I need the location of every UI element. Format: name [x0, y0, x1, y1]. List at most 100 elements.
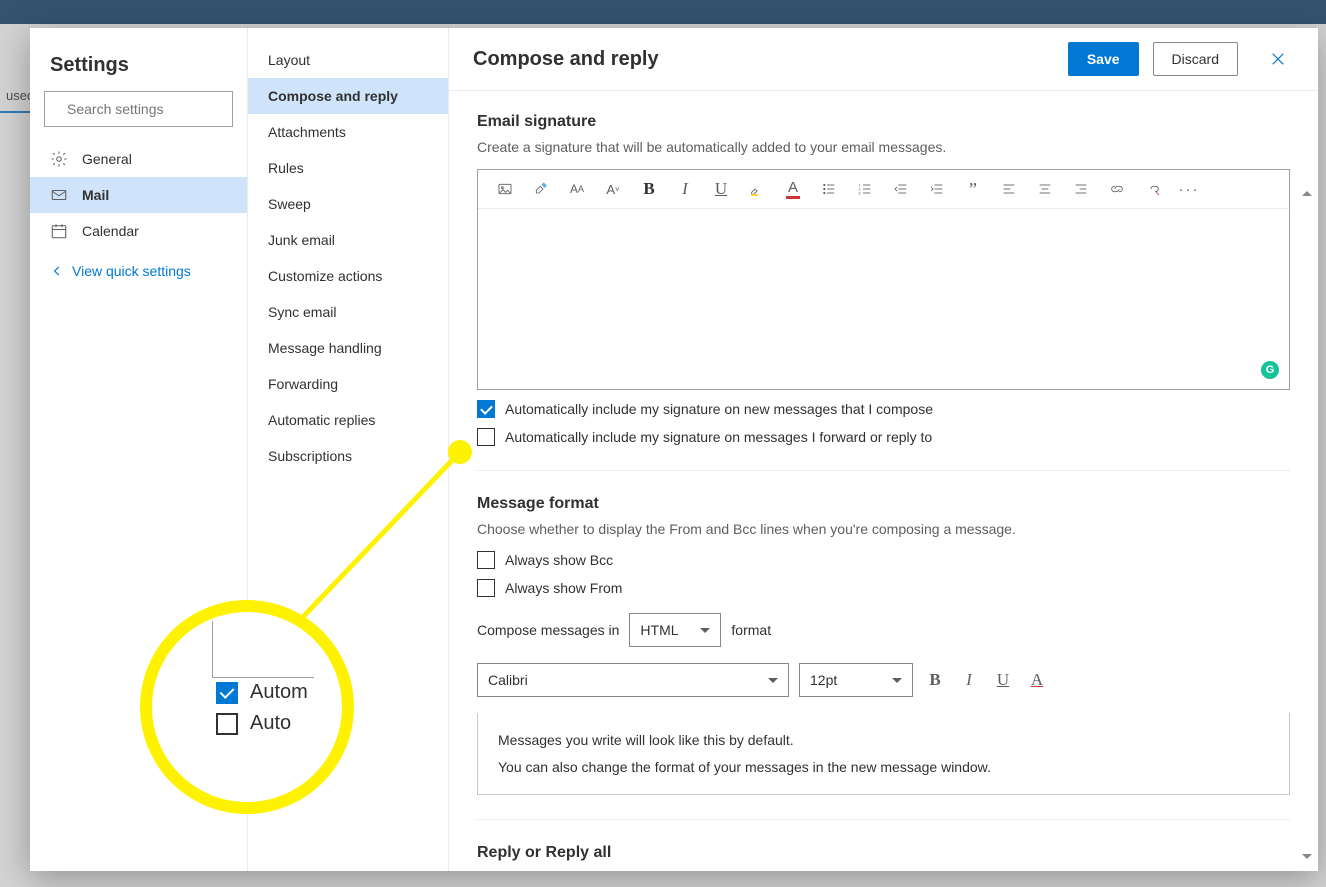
scroll-down-icon[interactable]	[1302, 854, 1312, 859]
subnav-message-handling[interactable]: Message handling	[248, 330, 448, 366]
close-button[interactable]	[1262, 43, 1294, 75]
save-label: Save	[1087, 51, 1120, 67]
content-title: Compose and reply	[473, 48, 1054, 71]
subnav-label: Attachments	[268, 124, 346, 140]
checkbox-icon[interactable]	[477, 400, 495, 418]
bullets-icon[interactable]	[820, 180, 838, 198]
signature-editor: AA A˅ B I U A 123 ” ·	[477, 169, 1290, 390]
subnav-label: Junk email	[268, 232, 335, 248]
checkbox-show-from[interactable]: Always show From	[477, 579, 1290, 597]
more-icon[interactable]: ···	[1180, 180, 1198, 198]
font-color-icon[interactable]: A	[784, 180, 802, 198]
underline-icon[interactable]: U	[991, 668, 1015, 692]
subnav-automatic-replies[interactable]: Automatic replies	[248, 402, 448, 438]
font-family-select[interactable]: Calibri	[477, 663, 789, 697]
unlink-icon[interactable]	[1144, 180, 1162, 198]
subnav-forwarding[interactable]: Forwarding	[248, 366, 448, 402]
align-right-icon[interactable]	[1072, 180, 1090, 198]
checkbox-include-fwd[interactable]: Automatically include my signature on me…	[477, 428, 1290, 446]
chevron-down-icon	[892, 678, 902, 683]
category-mail[interactable]: Mail	[30, 177, 247, 213]
checkbox-show-bcc[interactable]: Always show Bcc	[477, 551, 1290, 569]
font-family-icon[interactable]: AA	[568, 180, 586, 198]
format-preview-box: Messages you write will look like this b…	[477, 713, 1290, 795]
font-size-icon[interactable]: A˅	[604, 180, 622, 198]
compose-format-post: format	[731, 622, 771, 638]
section-reply-heading: Reply or Reply all	[477, 844, 1290, 862]
insert-image-icon[interactable]	[496, 180, 514, 198]
align-center-icon[interactable]	[1036, 180, 1054, 198]
preview-line: Messages you write will look like this b…	[498, 727, 1269, 754]
subnav-subscriptions[interactable]: Subscriptions	[248, 438, 448, 474]
section-email-signature-heading: Email signature	[477, 113, 1290, 131]
settings-title: Settings	[30, 46, 247, 91]
font-color-icon[interactable]: A	[1025, 668, 1049, 692]
scroll-up-icon[interactable]	[1302, 191, 1312, 196]
subnav-label: Sweep	[268, 196, 311, 212]
settings-subnav: Layout Compose and reply Attachments Rul…	[248, 28, 449, 871]
subnav-sweep[interactable]: Sweep	[248, 186, 448, 222]
category-label: General	[82, 151, 132, 167]
content-scroll[interactable]: Email signature Create a signature that …	[449, 91, 1318, 871]
checkbox-label: Always show From	[505, 580, 622, 596]
checkbox-icon[interactable]	[477, 579, 495, 597]
subnav-sync-email[interactable]: Sync email	[248, 294, 448, 330]
subnav-layout[interactable]: Layout	[248, 42, 448, 78]
select-value: 12pt	[810, 672, 837, 688]
category-calendar[interactable]: Calendar	[30, 213, 247, 249]
numbering-icon[interactable]: 123	[856, 180, 874, 198]
category-label: Mail	[82, 187, 109, 203]
bold-icon[interactable]: B	[923, 668, 947, 692]
subnav-rules[interactable]: Rules	[248, 150, 448, 186]
search-settings-input[interactable]	[65, 100, 250, 118]
category-label: Calendar	[82, 223, 139, 239]
subnav-junk-email[interactable]: Junk email	[248, 222, 448, 258]
gear-icon	[50, 150, 68, 168]
italic-icon[interactable]: I	[957, 668, 981, 692]
compose-format-pre: Compose messages in	[477, 622, 619, 638]
align-left-icon[interactable]	[1000, 180, 1018, 198]
compose-format-select[interactable]: HTML	[629, 613, 721, 647]
subnav-attachments[interactable]: Attachments	[248, 114, 448, 150]
checkbox-include-new[interactable]: Automatically include my signature on ne…	[477, 400, 1290, 418]
preview-line: You can also change the format of your m…	[498, 754, 1269, 781]
link-icon[interactable]	[1108, 180, 1126, 198]
subnav-customize-actions[interactable]: Customize actions	[248, 258, 448, 294]
select-value: HTML	[640, 622, 678, 638]
search-settings-field[interactable]	[44, 91, 233, 127]
view-quick-settings-link[interactable]: View quick settings	[30, 249, 247, 293]
checkbox-label: Automatically include my signature on ne…	[505, 401, 933, 417]
subnav-label: Sync email	[268, 304, 336, 320]
italic-icon[interactable]: I	[676, 180, 694, 198]
close-icon	[1271, 52, 1285, 66]
subnav-label: Compose and reply	[268, 88, 398, 104]
underline-icon[interactable]: U	[712, 180, 730, 198]
grammarly-icon[interactable]: G	[1261, 361, 1279, 379]
signature-toolbar: AA A˅ B I U A 123 ” ·	[478, 170, 1289, 209]
discard-button[interactable]: Discard	[1153, 42, 1238, 76]
subnav-label: Layout	[268, 52, 310, 68]
indent-icon[interactable]	[928, 180, 946, 198]
section-email-signature-sub: Create a signature that will be automati…	[477, 139, 1290, 155]
checkbox-icon[interactable]	[477, 551, 495, 569]
mail-icon	[50, 186, 68, 204]
chevron-left-icon	[50, 264, 64, 278]
bold-icon[interactable]: B	[640, 180, 658, 198]
save-button[interactable]: Save	[1068, 42, 1139, 76]
signature-textarea[interactable]: G	[478, 209, 1289, 389]
subnav-label: Customize actions	[268, 268, 382, 284]
format-painter-icon[interactable]	[532, 180, 550, 198]
subnav-label: Forwarding	[268, 376, 338, 392]
settings-content-pane: Compose and reply Save Discard Email sig…	[449, 28, 1318, 871]
section-message-format-sub: Choose whether to display the From and B…	[477, 521, 1290, 537]
font-size-select[interactable]: 12pt	[799, 663, 913, 697]
outdent-icon[interactable]	[892, 180, 910, 198]
highlight-icon[interactable]	[748, 180, 766, 198]
checkbox-icon[interactable]	[477, 428, 495, 446]
subnav-label: Subscriptions	[268, 448, 352, 464]
settings-left-pane: Settings General Mail Calendar View quic…	[30, 28, 248, 871]
subnav-compose-and-reply[interactable]: Compose and reply	[248, 78, 448, 114]
select-value: Calibri	[488, 672, 528, 688]
category-general[interactable]: General	[30, 141, 247, 177]
quote-icon[interactable]: ”	[964, 180, 982, 198]
